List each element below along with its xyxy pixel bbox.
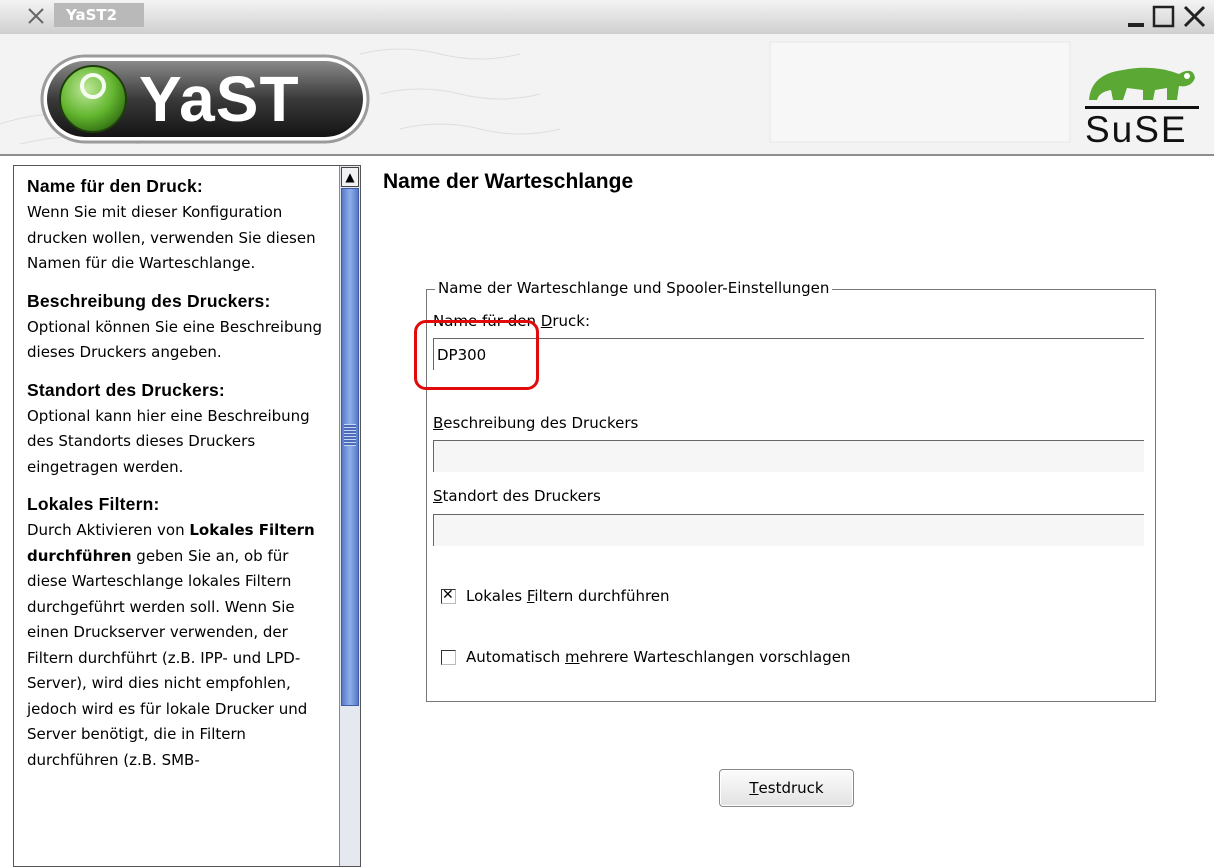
yast-logo-text: YaST: [139, 63, 300, 135]
help-heading-queue-name: Name für den Druck:: [27, 176, 203, 196]
minimize-icon[interactable]: [1124, 4, 1150, 30]
description-label: Beschreibung des Druckers: [433, 414, 639, 432]
group-title: Name der Warteschlange und Spooler-Einst…: [435, 279, 833, 297]
window-title: YaST2: [54, 3, 144, 27]
scrollbar-thumb[interactable]: [341, 188, 359, 706]
annotation-highlight: [414, 320, 539, 390]
help-scrollbar[interactable]: ▲: [339, 166, 360, 866]
local-filter-checkbox-row[interactable]: Lokales Filtern durchführen: [441, 587, 670, 605]
description-input[interactable]: [433, 440, 1144, 472]
help-text-local-filter: Durch Aktivieren von Lokales Filtern dur…: [27, 521, 315, 769]
help-text-description: Optional können Sie eine Beschreibung di…: [27, 317, 322, 362]
auto-queues-label: Automatisch mehrere Warteschlangen vorsc…: [466, 648, 851, 666]
help-text: Name für den Druck: Wenn Sie mit dieser …: [27, 172, 327, 783]
location-input[interactable]: [433, 514, 1144, 546]
queue-name-input[interactable]: [433, 338, 1144, 370]
chameleon-logo-icon: [1085, 67, 1199, 109]
test-print-button[interactable]: Testdruck: [719, 769, 854, 807]
help-heading-local-filter: Lokales Filtern:: [27, 494, 160, 514]
window-close-icon[interactable]: [1182, 4, 1208, 30]
window-titlebar: YaST2: [0, 0, 1214, 35]
local-filter-checkbox[interactable]: [441, 587, 456, 604]
auto-queues-checkbox[interactable]: [441, 649, 456, 665]
help-heading-location: Standort des Druckers:: [27, 379, 225, 400]
header-banner: YaST SuSE: [0, 34, 1214, 156]
page-title: Name der Warteschlange: [383, 170, 634, 193]
help-text-queue-name: Wenn Sie mit dieser Konfiguration drucke…: [27, 203, 316, 272]
local-filter-label: Lokales Filtern durchführen: [466, 587, 670, 605]
location-label: Standort des Druckers: [433, 487, 601, 505]
help-panel[interactable]: Name für den Druck: Wenn Sie mit dieser …: [13, 165, 361, 867]
auto-queues-checkbox-row[interactable]: Automatisch mehrere Warteschlangen vorsc…: [441, 648, 851, 666]
scrollbar-grip: [344, 424, 356, 446]
suse-logo-text: SuSE: [1085, 109, 1188, 150]
help-text-location: Optional kann hier eine Beschreibung des…: [27, 406, 310, 476]
scroll-up-arrow-icon[interactable]: ▲: [341, 167, 359, 187]
window-menu-icon[interactable]: [26, 6, 46, 26]
help-heading-description: Beschreibung des Druckers:: [27, 290, 271, 311]
maximize-icon[interactable]: [1151, 4, 1177, 30]
